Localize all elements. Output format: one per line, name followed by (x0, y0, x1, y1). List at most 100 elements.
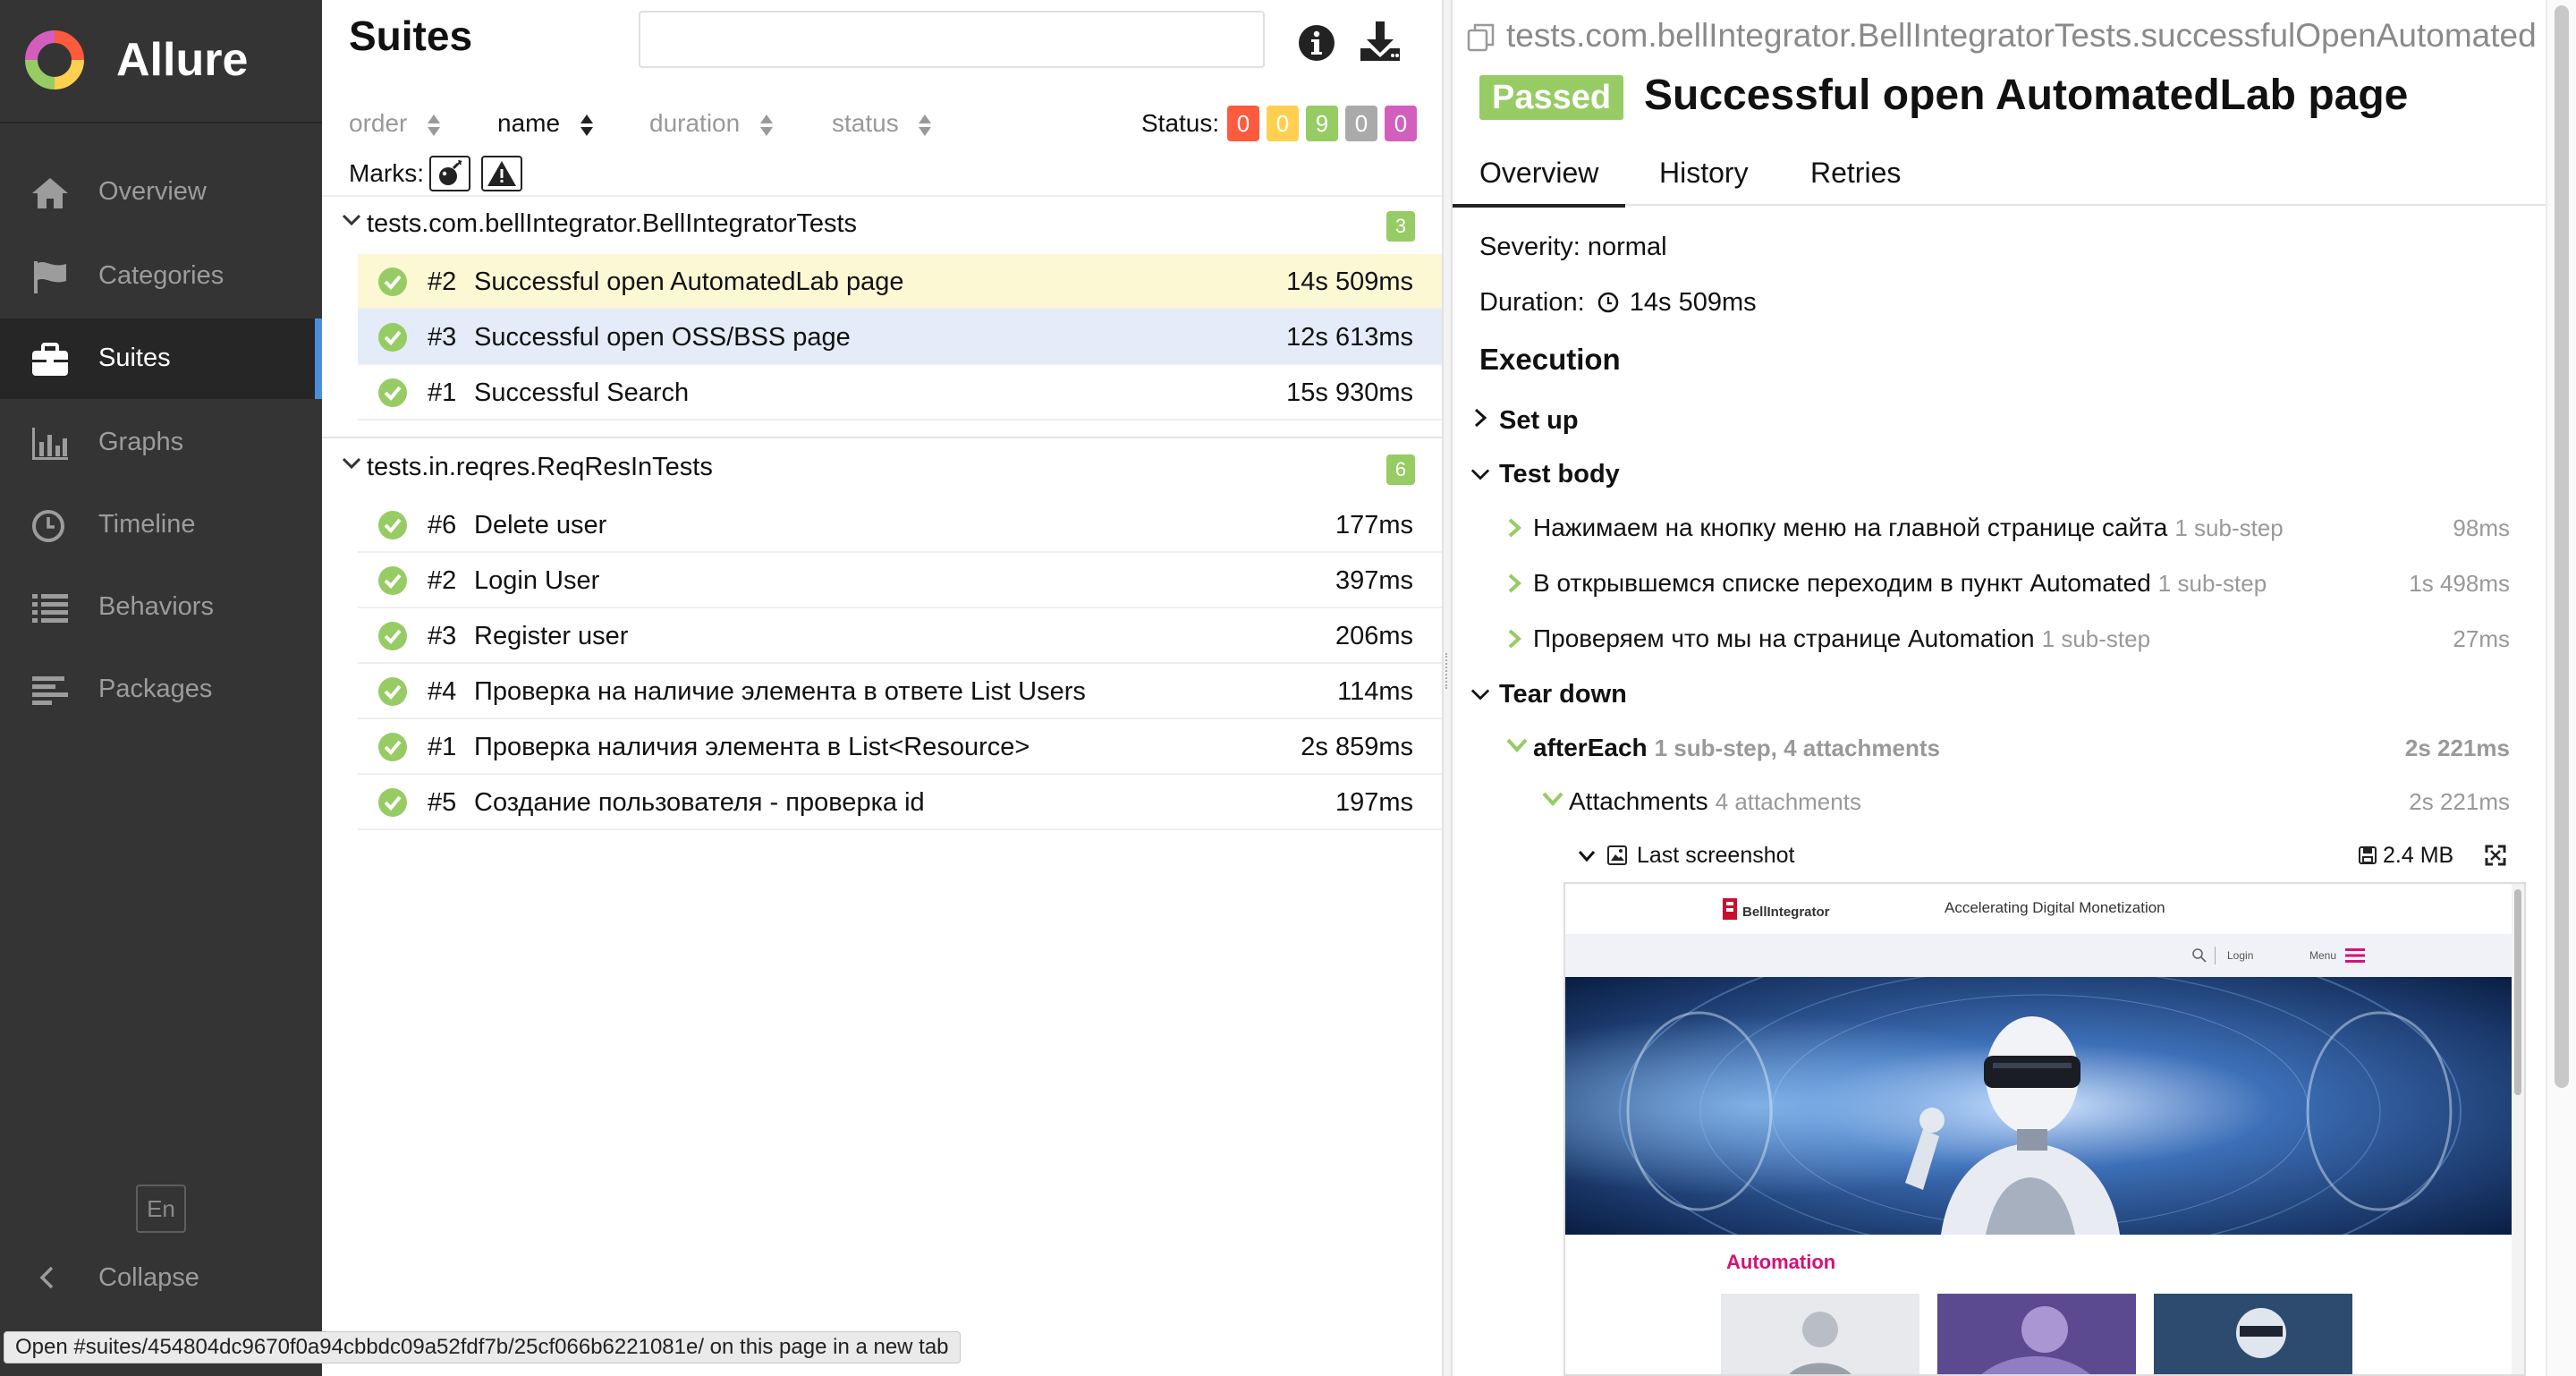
test-row[interactable]: #4 Проверка на наличие элемента в ответе… (358, 664, 1442, 719)
test-row[interactable]: #5 Создание пользователя - проверка id 1… (358, 775, 1442, 830)
hamburger-icon (2345, 948, 2365, 963)
copy-icon[interactable] (1465, 21, 1497, 54)
sidebar-item-label: Packages (98, 675, 213, 703)
sidebar: Allure Overview Categories Suites Graphs… (0, 0, 322, 1376)
search-icon (2192, 948, 2207, 963)
test-body-section[interactable]: Test body (1470, 456, 1620, 492)
sidebar-item-behaviors[interactable]: Behaviors (0, 567, 322, 648)
site-menu: Menu (2309, 949, 2337, 962)
suite-group-name: tests.in.reqres.ReqResInTests (367, 453, 713, 481)
brand-header[interactable]: Allure (0, 0, 322, 123)
attachment-scrollbar[interactable] (2512, 884, 2524, 1374)
check-circle-icon (378, 677, 407, 706)
search-input[interactable] (639, 11, 1265, 68)
clock-icon (1597, 292, 1618, 313)
status-filter-unknown[interactable]: 0 (1385, 106, 1417, 141)
marks-label: Marks: (349, 159, 424, 187)
test-row[interactable]: #3 Successful open OSS/BSS page 12s 613m… (358, 310, 1442, 365)
suite-group-count: 3 (1386, 211, 1415, 242)
sort-name[interactable]: name (497, 106, 594, 141)
test-row[interactable]: #2 Login User 397ms (358, 553, 1442, 608)
marks-row: Marks: (322, 152, 1442, 197)
test-number: #5 (428, 788, 457, 817)
test-name: Register user (474, 622, 629, 650)
step-duration: 98ms (2453, 514, 2510, 541)
sidebar-item-graphs[interactable]: Graphs (0, 403, 322, 483)
check-circle-icon (378, 622, 407, 650)
sidebar-item-label: Categories (98, 261, 225, 290)
collapse-button[interactable]: Collapse (0, 1242, 322, 1313)
after-each-row[interactable]: afterEach 1 sub-step, 4 attachments 2s 22… (1506, 730, 2537, 766)
sidebar-item-packages[interactable]: Packages (0, 650, 322, 730)
detail-scrollbar[interactable] (2546, 0, 2576, 1376)
tab-overview[interactable]: Overview (1453, 152, 1626, 208)
sort-order[interactable]: order (349, 106, 441, 141)
attachment-name: Last screenshot (1637, 843, 1795, 868)
clock-icon (32, 510, 64, 542)
test-number: #1 (428, 733, 457, 761)
test-name: Successful open OSS/BSS page (474, 323, 851, 352)
attachment-screenshot-image[interactable]: BellIntegrator Accelerating Digital Mone… (1563, 882, 2526, 1376)
language-button[interactable]: En (136, 1185, 186, 1233)
status-filter-skipped[interactable]: 0 (1345, 106, 1377, 141)
attachments-sub: 4 attachments (1715, 788, 1861, 815)
check-circle-icon (378, 511, 407, 539)
scrollbar-thumb[interactable] (2555, 5, 2569, 1088)
sidebar-item-categories[interactable]: Categories (0, 236, 322, 317)
step-row[interactable]: Проверяем что мы на странице Automation 1… (1506, 621, 2537, 657)
tab-retries[interactable]: Retries (1810, 152, 1901, 193)
step-sub: 1 sub-step (2041, 625, 2151, 652)
test-row[interactable]: #3 Register user 206ms (358, 608, 1442, 664)
test-duration: 197ms (1335, 788, 1413, 817)
teardown-section[interactable]: Tear down (1470, 676, 1627, 712)
hero-robot-image (1565, 977, 2515, 1235)
fullscreen-icon[interactable] (2485, 845, 2506, 866)
site-nav: Login Menu (1565, 934, 2515, 977)
attachments-row[interactable]: Attachments 4 attachments 2s 221ms (1542, 784, 2537, 820)
check-circle-icon (378, 323, 407, 352)
scrollbar-thumb[interactable] (2514, 889, 2521, 1095)
suite-group-bellintegrator[interactable]: tests.com.bellIntegrator.BellIntegratorT… (322, 197, 1442, 251)
test-duration: 397ms (1335, 566, 1413, 595)
status-filter-passed[interactable]: 9 (1306, 106, 1338, 141)
sidebar-item-suites[interactable]: Suites (0, 319, 322, 399)
sort-duration[interactable]: duration (649, 106, 774, 141)
test-row[interactable]: #6 Delete user 177ms (358, 497, 1442, 553)
chevron-down-icon (1578, 851, 1596, 862)
check-circle-icon (378, 566, 407, 595)
save-icon[interactable] (2358, 845, 2377, 865)
splitter-grip-icon (1445, 653, 1449, 689)
sidebar-item-timeline[interactable]: Timeline (0, 485, 322, 565)
list-icon (32, 594, 68, 623)
status-filter-failed[interactable]: 0 (1227, 106, 1259, 141)
tab-history[interactable]: History (1659, 152, 1749, 193)
test-duration: 12s 613ms (1286, 323, 1413, 352)
test-row[interactable]: #2 Successful open AutomatedLab page 14s… (358, 254, 1442, 310)
step-row[interactable]: Нажимаем на кнопку меню на главной стран… (1506, 510, 2537, 546)
chevron-down-icon (1470, 689, 1490, 701)
flag-icon (34, 261, 66, 293)
info-icon[interactable] (1297, 23, 1336, 63)
test-row[interactable]: #1 Successful Search 15s 930ms (358, 365, 1442, 420)
test-name: Создание пользователя - проверка id (474, 788, 925, 817)
flaky-mark-toggle[interactable] (429, 156, 470, 191)
home-icon (32, 178, 68, 208)
test-full-name[interactable]: tests.com.bellIntegrator.BellIntegratorT… (1465, 16, 2538, 55)
sidebar-item-overview[interactable]: Overview (0, 152, 322, 233)
attachment-row[interactable]: Last screenshot 2.4 MB (1578, 837, 2537, 873)
after-each-sub: 1 sub-step, 4 attachments (1654, 735, 1940, 761)
download-icon[interactable] (1358, 20, 1402, 64)
sort-status[interactable]: status (832, 106, 932, 141)
detail-tabs: Overview History Retries (1453, 143, 2546, 208)
new-failed-mark-toggle[interactable] (481, 156, 522, 191)
suite-group-reqres[interactable]: tests.in.reqres.ReqResInTests 6 (322, 440, 1442, 494)
step-row[interactable]: В открывшемся списке переходим в пункт A… (1506, 565, 2537, 601)
test-name: Successful open AutomatedLab page (474, 268, 904, 296)
status-filter-broken[interactable]: 0 (1267, 106, 1299, 141)
bomb-icon (439, 159, 462, 185)
setup-section[interactable]: Set up (1470, 403, 1579, 438)
pane-splitter[interactable] (1442, 0, 1453, 1376)
test-duration: 2s 859ms (1301, 733, 1413, 761)
test-row[interactable]: #1 Проверка наличия элемента в List<Reso… (358, 719, 1442, 775)
test-duration: 114ms (1337, 677, 1413, 706)
